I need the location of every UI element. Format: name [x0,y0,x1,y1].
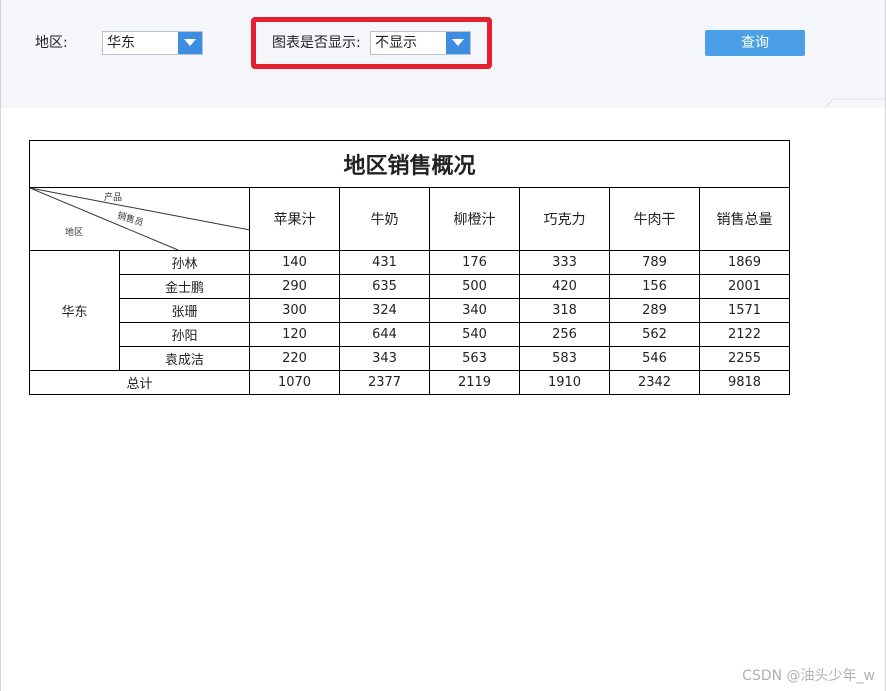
region-label: 地区: [35,35,68,51]
salesperson-cell: 张珊 [119,298,250,323]
panel-edge-decoration [825,98,885,108]
value-cell: 290 [249,274,340,299]
salesperson-cell: 金士鹏 [119,274,250,299]
value-cell: 333 [519,250,610,275]
value-cell: 140 [249,250,340,275]
region-combobox[interactable]: 华东 [102,31,203,55]
chart-display-label: 图表是否显示: [272,35,361,51]
diagonal-header-cell: 产品 销售员 地区 [29,187,250,251]
value-cell: 562 [609,322,700,347]
column-header: 牛奶 [339,187,430,251]
column-header: 巧克力 [519,187,610,251]
watermark: CSDN @油头少年_w [742,668,875,684]
value-cell: 635 [339,274,430,299]
value-cell: 500 [429,274,520,299]
chevron-down-icon [452,39,464,46]
value-cell: 563 [429,346,520,371]
value-cell: 340 [429,298,520,323]
table-row: 金士鹏 290 635 500 420 156 2001 [30,274,790,299]
total-cell: 1070 [249,370,340,395]
column-header: 销售总量 [699,187,790,251]
salesperson-cell: 孙阳 [119,322,250,347]
value-cell: 324 [339,298,430,323]
corner-product-label: 产品 [104,193,123,203]
grand-total-cell: 9818 [699,370,790,395]
row-total-cell: 2122 [699,322,790,347]
total-row: 总计 1070 2377 2119 1910 2342 9818 [29,370,790,395]
value-cell: 420 [519,274,610,299]
query-button[interactable]: 查询 [705,30,805,56]
value-cell: 546 [609,346,700,371]
value-cell: 220 [249,346,340,371]
row-total-cell: 1869 [699,250,790,275]
total-cell: 1910 [519,370,610,395]
value-cell: 176 [429,250,520,275]
total-label-cell: 总计 [29,370,250,395]
value-cell: 789 [609,250,700,275]
value-cell: 120 [249,322,340,347]
table-row: 袁成洁 220 343 563 583 546 2255 [30,346,790,371]
value-cell: 300 [249,298,340,323]
region-dropdown-button[interactable] [178,32,202,54]
value-cell: 583 [519,346,610,371]
row-total-cell: 2001 [699,274,790,299]
total-cell: 2342 [609,370,700,395]
value-cell: 289 [609,298,700,323]
table-row: 孙阳 120 644 540 256 562 2122 [30,322,790,347]
value-cell: 343 [339,346,430,371]
chart-display-dropdown-button[interactable] [446,32,470,54]
total-cell: 2377 [339,370,430,395]
value-cell: 256 [519,322,610,347]
salesperson-cell: 孙林 [119,250,250,275]
row-total-cell: 1571 [699,298,790,323]
sales-report-table: 地区销售概况 产品 销售员 地区 苹果汁 牛奶 柳橙汁 巧克力 牛肉干 销售总量… [29,140,790,395]
report-page: 地区: 华东 图表是否显示: 不显示 查询 地区销售概况 产品 销售员 地区 苹… [0,0,886,691]
column-header: 牛肉干 [609,187,700,251]
corner-region-label: 地区 [65,228,84,238]
salesperson-cell: 袁成洁 [119,346,250,371]
row-total-cell: 2255 [699,346,790,371]
value-cell: 431 [339,250,430,275]
chart-display-combobox[interactable]: 不显示 [370,31,471,55]
table-row: 华东 孙林 140 431 176 333 789 1869 [29,250,790,371]
value-cell: 318 [519,298,610,323]
region-combobox-value: 华东 [107,35,135,51]
total-cell: 2119 [429,370,520,395]
value-cell: 156 [609,274,700,299]
parameter-panel: 地区: 华东 图表是否显示: 不显示 查询 [1,0,885,108]
report-title: 地区销售概况 [29,140,790,188]
chart-display-combobox-value: 不显示 [375,35,417,51]
value-cell: 540 [429,322,520,347]
value-cell: 644 [339,322,430,347]
column-header: 苹果汁 [249,187,340,251]
region-cell: 华东 [29,250,120,371]
table-row: 张珊 300 324 340 318 289 1571 [30,298,790,323]
chevron-down-icon [184,39,196,46]
column-header: 柳橙汁 [429,187,520,251]
